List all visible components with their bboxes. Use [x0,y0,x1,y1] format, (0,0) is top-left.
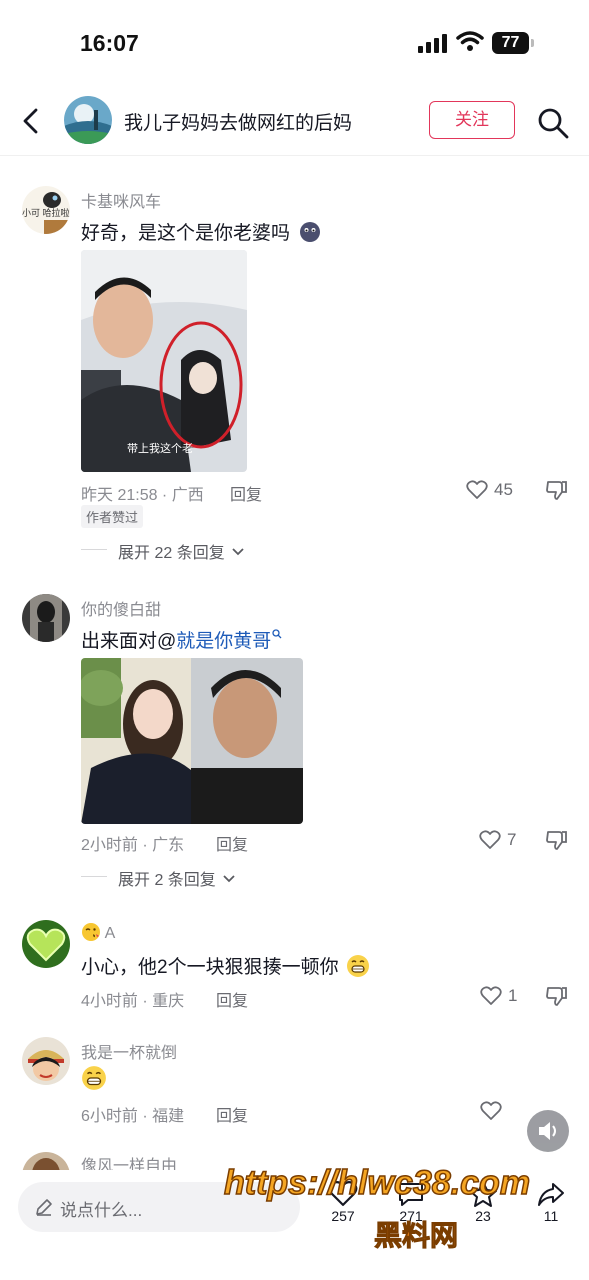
commenter-name[interactable]: A [81,922,115,943]
comment-meta: 2小时前 · 广东 [81,837,185,854]
author-title[interactable]: 我儿子妈妈去做网红的后妈 [124,108,352,135]
like-count: 45 [494,480,513,499]
mention-link[interactable]: 就是你黄哥 [176,631,271,652]
expand-replies-label: 展开 22 条回复 [118,545,225,562]
commenter-name-text: A [104,925,116,942]
back-icon[interactable] [16,104,48,138]
battery-level: 77 [492,32,529,54]
comment-text-content: 小心，他2个一块狠狠揍一顿你 [81,957,339,978]
like-count: 1 [508,986,518,1005]
comment-header: 我儿子妈妈去做网红的后妈 关注 [0,86,589,156]
input-placeholder: 说点什么... [60,1201,143,1220]
dislike-icon[interactable] [545,985,567,1007]
watermark-url: https://hlwc38.com [223,1163,531,1203]
status-time: 16:07 [80,30,139,56]
author-avatar[interactable] [64,96,112,144]
heart-icon [479,830,501,849]
image-caption: 带上我这个老 [127,443,193,455]
commenter-avatar[interactable] [22,920,70,968]
comment-item: 我是一杯就倒 6小时前 · 福建 回复 [0,1031,589,1131]
reply-button[interactable]: 回复 [216,1102,248,1126]
kiss-emoji-icon [82,923,100,941]
commenter-name[interactable]: 像风一样自由 [81,1152,177,1170]
commenter-avatar[interactable] [22,1037,70,1085]
commenter-name[interactable]: 你的傻白甜 [81,596,161,620]
like-button[interactable]: 7 [479,828,516,852]
comment-text: 出来面对@就是你黄哥 [81,626,282,653]
chevron-down-icon [223,875,235,883]
comment-item: A 小心，他2个一块狠狠揍一顿你 4小时前 · 重庆 回复 1 [0,914,589,1014]
expand-replies[interactable]: 展开 22 条回复 [118,539,244,563]
commenter-name[interactable]: 我是一杯就倒 [81,1039,177,1063]
like-button[interactable]: 1 [480,984,517,1008]
follow-button[interactable]: 关注 [429,101,515,139]
comment-text: 好奇，是这个是你老婆吗 [81,218,321,245]
heart-icon [466,480,488,499]
expand-divider [81,549,107,550]
heart-icon [480,986,502,1005]
comment-image[interactable] [81,658,303,824]
comment-meta: 4小时前 · 重庆 [81,993,185,1010]
author-liked-badge: 作者赞过 [81,505,144,528]
emoji-icon [300,222,321,242]
search-small-icon [272,629,282,639]
status-bar: 16:07 77 [0,0,589,80]
mute-button[interactable] [527,1110,569,1152]
chevron-down-icon [232,548,244,556]
reply-button[interactable]: 回复 [216,831,248,855]
heart-icon[interactable] [480,1101,502,1121]
expand-replies[interactable]: 展开 2 条回复 [118,866,235,890]
comment-text: 小心，他2个一块狠狠揍一顿你 [81,952,370,979]
comment-meta: 昨天 21:58 · 广西 [81,487,204,504]
comment-text-content: 出来面对@ [81,631,177,652]
commenter-name[interactable]: 卡基咪风车 [81,188,161,212]
dislike-icon[interactable] [545,479,567,501]
commenter-avatar[interactable] [22,1152,70,1170]
expand-divider [81,876,107,877]
comment-text-content: 好奇，是这个是你老婆吗 [81,223,291,244]
avatar-text: 小可 哈拉啦 [22,208,70,218]
like-button[interactable]: 45 [466,478,513,502]
comment-meta: 6小时前 · 福建 [81,1108,185,1125]
reply-button[interactable]: 回复 [230,481,262,505]
commenter-avatar[interactable] [22,594,70,642]
like-count: 7 [507,830,517,849]
wifi-icon [456,31,484,51]
comment-item: 小可 哈拉啦 卡基咪风车 好奇，是这个是你老婆吗 带上我这个老 昨天 21:58… [0,180,589,580]
grin-emoji-icon [346,955,369,977]
expand-replies-label: 展开 2 条回复 [118,872,216,889]
speaker-icon [539,1122,556,1140]
watermark-name: 黑料网 [373,1220,459,1252]
pencil-icon [36,1199,52,1216]
comment-image[interactable]: 带上我这个老 [81,250,247,472]
search-icon[interactable] [536,106,570,140]
reply-button[interactable]: 回复 [216,987,248,1011]
watermark: https://hlwc38.com 黑料网 [223,1150,574,1270]
grin-emoji-icon [82,1066,106,1090]
cellular-signal-icon [418,34,447,53]
dislike-icon[interactable] [545,829,567,851]
comment-item: 你的傻白甜 出来面对@就是你黄哥 2小时前 · 广东 回复 7 展开 2 条回复 [0,588,589,890]
battery-icon: 77 [492,32,534,54]
